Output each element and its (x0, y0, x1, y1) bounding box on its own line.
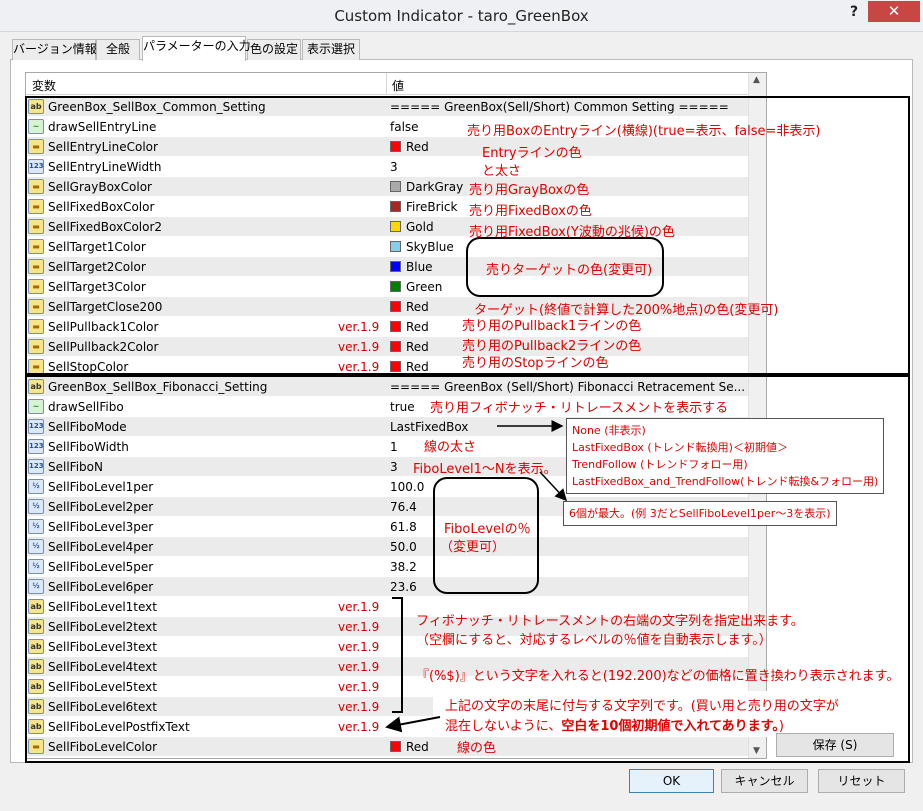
cancel-button[interactable]: キャンセル (721, 769, 808, 793)
arrow-fibo-n (539, 471, 568, 502)
save-button[interactable]: 保存 (S) (776, 733, 894, 757)
arrow-postfix (385, 716, 441, 733)
ok-button[interactable]: OK (629, 769, 714, 793)
annotation-arrows (385, 420, 568, 733)
bracket-fibo-text (392, 597, 403, 713)
reset-button[interactable]: リセット (818, 769, 905, 793)
tab-parameters[interactable]: パラメーターの入力 (142, 36, 251, 61)
